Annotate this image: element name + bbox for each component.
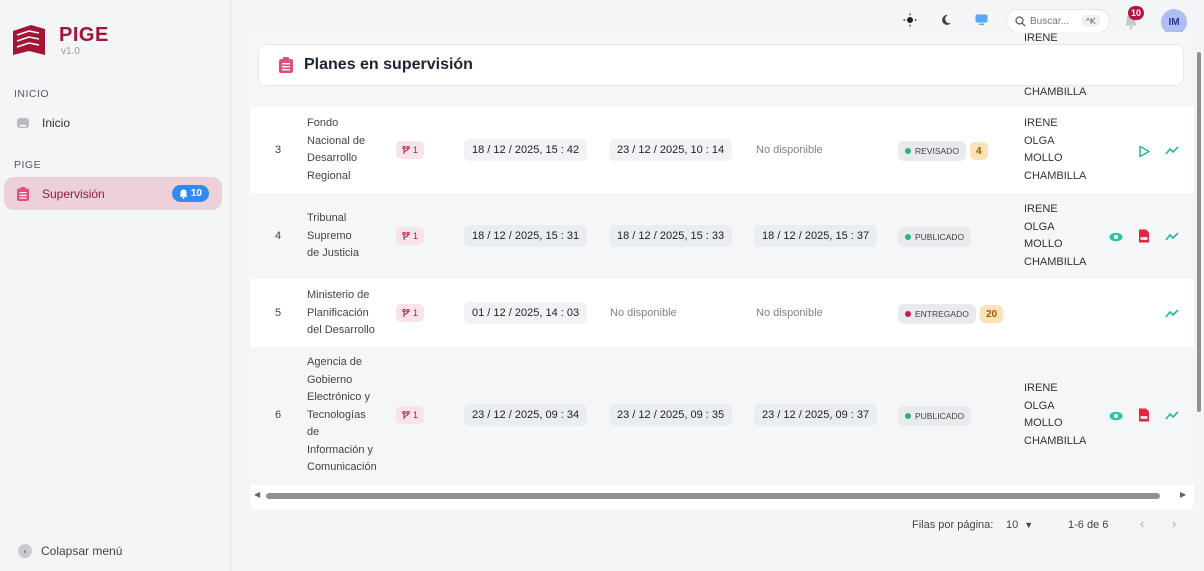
date-chip: 18 / 12 / 2025, 15 : 42: [464, 139, 588, 161]
status-dot: [905, 234, 911, 240]
date-chip: 01 / 12 / 2025, 14 : 03: [464, 302, 588, 324]
status-badge: PUBLICADO: [898, 227, 972, 247]
status-dot: [905, 148, 911, 154]
branch-badge[interactable]: 1: [396, 141, 425, 159]
branch-badge[interactable]: 1: [396, 227, 425, 245]
pige-logo-icon: [13, 25, 45, 55]
supervisor-name: IRENE OLGA MOLLO CHAMBILLA: [1024, 117, 1087, 182]
date-unavailable: No disponible: [756, 307, 823, 319]
sidebar-item-inicio[interactable]: Inicio: [4, 106, 222, 139]
page-range: 1-6 de 6: [1068, 519, 1109, 531]
notifications-badge: 10: [1128, 6, 1145, 20]
scrollbar-thumb[interactable]: [1197, 52, 1201, 412]
caret-down-icon: ▼: [1024, 520, 1034, 530]
git-branch-icon: [402, 145, 410, 154]
status-badge: REVISADO: [898, 141, 966, 161]
sidebar-item-label: Inicio: [42, 115, 71, 130]
row-number: 4: [275, 230, 282, 242]
trend-icon[interactable]: [1163, 305, 1181, 323]
table-row[interactable]: 4 Tribunal Supremo de Justicia 1 18 / 12 /…: [250, 193, 1194, 279]
section-label-pige: PIGE: [14, 159, 42, 171]
rows-per-page-select[interactable]: 10 ▼: [1006, 519, 1033, 531]
page-title: Planes en supervisión: [304, 56, 473, 73]
eye-icon[interactable]: [1107, 228, 1125, 246]
date-chip: 23 / 12 / 2025, 09 : 35: [609, 404, 733, 426]
supervisor-name: IRENE OLGA MOLLO CHAMBILLA: [1024, 382, 1087, 447]
trend-icon[interactable]: [1163, 407, 1181, 425]
table-row[interactable]: 3 Fondo Nacional de Desarrollo Regional 1 1…: [250, 107, 1194, 193]
bell-icon: [179, 189, 188, 199]
supervision-count-badge: 10: [171, 185, 209, 202]
eye-icon[interactable]: [1107, 407, 1125, 425]
search-shortcut: ^K: [1082, 15, 1100, 27]
chevron-left-icon: ‹: [18, 544, 32, 558]
monitor-icon[interactable]: [970, 9, 992, 31]
entity-name: Fondo Nacional de Desarrollo Regional: [307, 117, 366, 182]
count-badge: 4: [970, 142, 988, 160]
scroll-right-arrow[interactable]: ▶: [1180, 490, 1186, 499]
entity-name: Ministerio de Planificación del Desarrollo: [307, 289, 375, 336]
date-chip: 18 / 12 / 2025, 15 : 37: [754, 225, 878, 247]
pdf-icon[interactable]: [1135, 406, 1153, 424]
row-number: 3: [275, 144, 282, 156]
section-label-inicio: INICIO: [14, 88, 50, 100]
entity-name: Agencia de Gobierno Electrónico y Tecnologí…: [307, 356, 377, 473]
app-version: v1.0: [61, 46, 80, 57]
sidebar-item-supervision[interactable]: Supervisión 10: [4, 177, 222, 210]
date-chip: 23 / 12 / 2025, 09 : 37: [754, 404, 878, 426]
moon-icon[interactable]: [935, 9, 957, 31]
play-icon[interactable]: [1135, 142, 1153, 160]
row-number: 5: [275, 307, 282, 319]
rows-per-page-label: Filas por página:: [912, 519, 994, 531]
git-branch-icon: [402, 308, 410, 317]
search-box[interactable]: ^K: [1006, 9, 1110, 33]
status-dot: [905, 413, 911, 419]
panel-header: Planes en supervisión: [258, 44, 1184, 86]
clipboard-list-icon: [279, 57, 293, 73]
collapse-menu-label: Colapsar menú: [41, 544, 123, 558]
scroll-left-arrow[interactable]: ◀: [254, 490, 260, 499]
git-branch-icon: [402, 410, 410, 419]
date-chip: 23 / 12 / 2025, 09 : 34: [464, 404, 588, 426]
table-row[interactable]: 5 Ministerio de Planificación del Desarrol…: [250, 279, 1194, 347]
collapse-menu-button[interactable]: ‹ Colapsar menú: [18, 544, 122, 558]
date-unavailable: No disponible: [610, 307, 677, 319]
supervisor-name: IRENE OLGA MOLLO CHAMBILLA: [1024, 203, 1087, 268]
app-name: PIGE: [59, 24, 109, 46]
vertical-scrollbar[interactable]: [1196, 32, 1202, 502]
date-unavailable: No disponible: [756, 144, 823, 156]
app-logo[interactable]: PIGE v1.0: [11, 20, 108, 60]
supervisor-name: CHAMBILLA: [1024, 86, 1087, 98]
home-icon: [16, 116, 30, 130]
entity-name: Tribunal Supremo de Justicia: [307, 212, 359, 259]
horizontal-scrollbar[interactable]: [262, 493, 1170, 499]
date-chip: 18 / 12 / 2025, 15 : 31: [464, 225, 588, 247]
date-chip: 18 / 12 / 2025, 15 : 33: [609, 225, 733, 247]
trend-icon[interactable]: [1163, 228, 1181, 246]
git-branch-icon: [402, 231, 410, 240]
pdf-icon[interactable]: [1135, 227, 1153, 245]
scrollbar-thumb[interactable]: [266, 493, 1160, 499]
sidebar-item-label: Supervisión: [42, 186, 105, 201]
trend-icon[interactable]: [1163, 142, 1181, 160]
branch-badge[interactable]: 1: [396, 406, 425, 424]
main-panel: Planes en supervisión IRENE CHAMBILLA 3 …: [250, 32, 1194, 510]
search-icon: [1015, 15, 1026, 27]
sun-icon[interactable]: [899, 9, 921, 31]
clipboard-list-icon: [16, 186, 30, 201]
row-number: 6: [275, 409, 282, 421]
table-row[interactable]: 6 Agencia de Gobierno Electrónico y Tecnolo…: [250, 347, 1194, 485]
branch-badge[interactable]: 1: [396, 304, 425, 322]
search-input[interactable]: [1030, 15, 1080, 27]
sidebar: PIGE v1.0 INICIO Inicio PIGE Supervisión…: [0, 0, 231, 571]
status-badge: ENTREGADO: [898, 304, 976, 324]
status-badge: PUBLICADO: [898, 406, 972, 426]
date-chip: 23 / 12 / 2025, 10 : 14: [609, 139, 733, 161]
status-dot: [905, 311, 911, 317]
next-page-button[interactable]: ›: [1172, 516, 1176, 531]
prev-page-button[interactable]: ‹: [1140, 516, 1144, 531]
count-badge: 20: [980, 305, 1004, 323]
